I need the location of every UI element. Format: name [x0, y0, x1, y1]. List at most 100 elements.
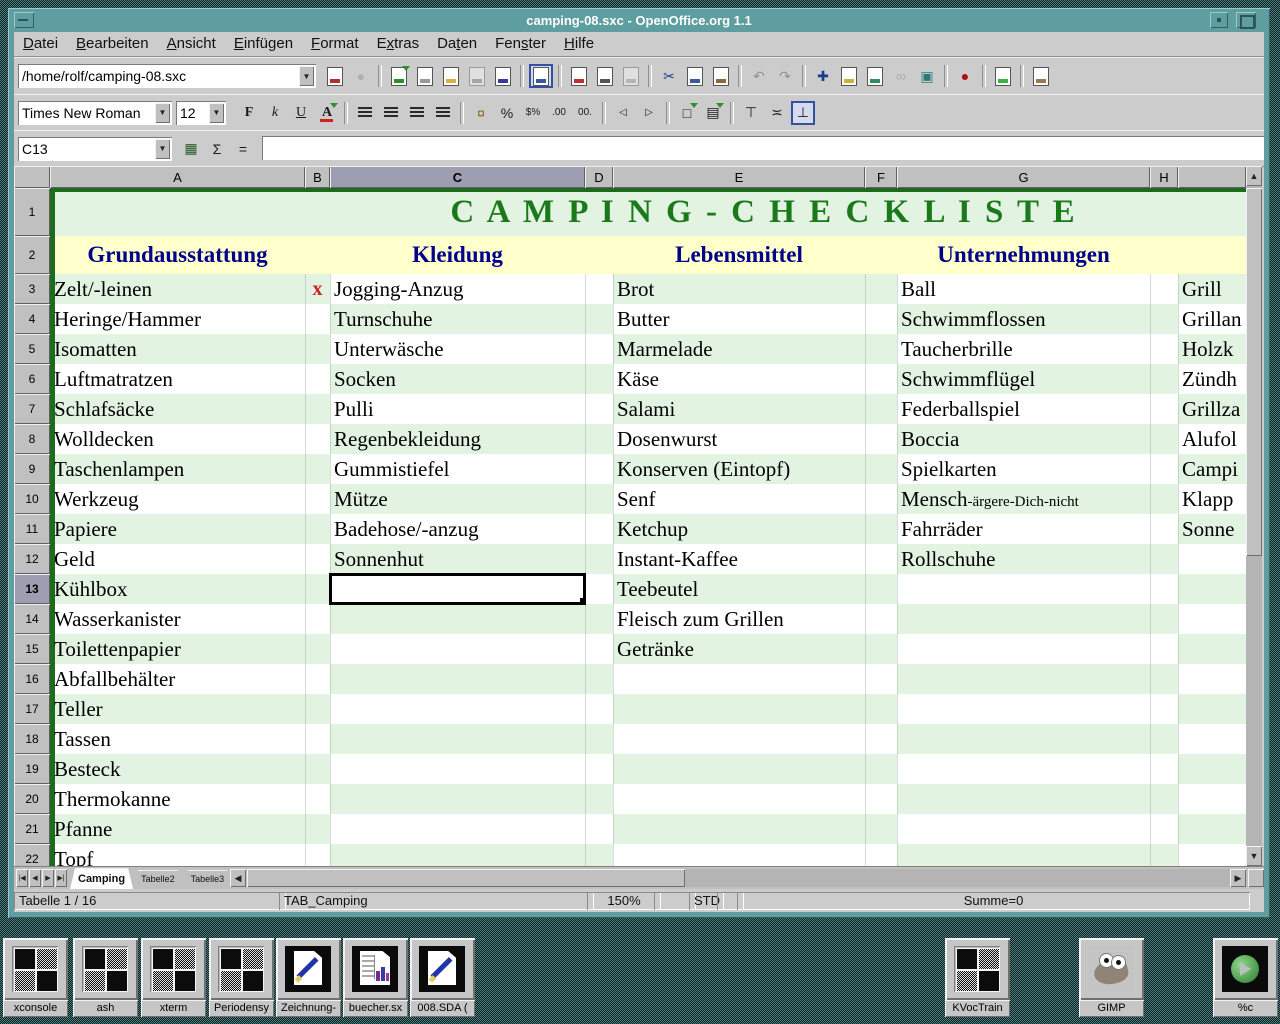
- zoom-indicator[interactable]: 150%: [587, 892, 661, 910]
- export-pdf-icon[interactable]: [567, 64, 591, 88]
- load-url-icon[interactable]: [323, 64, 347, 88]
- cell[interactable]: [330, 724, 613, 755]
- cell[interactable]: [897, 634, 1178, 665]
- increase-indent-icon[interactable]: ▷: [637, 101, 661, 125]
- title-bar[interactable]: camping-08.sxc - OpenOffice.org 1.1: [10, 10, 1268, 31]
- bold-icon[interactable]: F: [237, 101, 261, 125]
- first-sheet-button[interactable]: |◀: [16, 869, 28, 887]
- cell[interactable]: [897, 754, 1178, 785]
- cell[interactable]: [330, 814, 613, 845]
- desktop-icon-zeichnung-[interactable]: [276, 938, 341, 1000]
- row-header-14[interactable]: 14: [14, 604, 50, 634]
- row-header-2[interactable]: 2: [14, 236, 50, 274]
- underline-icon[interactable]: U: [289, 101, 313, 125]
- row-header-20[interactable]: 20: [14, 784, 50, 814]
- menu-item-hilfe[interactable]: Hilfe: [555, 32, 603, 56]
- print-icon[interactable]: [593, 64, 617, 88]
- cell-reference-box[interactable]: ▼: [18, 137, 172, 161]
- paste-icon[interactable]: [709, 64, 733, 88]
- cell[interactable]: [1178, 544, 1246, 575]
- stylist-icon[interactable]: [837, 64, 861, 88]
- number-format-currency-icon[interactable]: ¤: [469, 101, 493, 125]
- cell[interactable]: [330, 664, 613, 695]
- cell[interactable]: [897, 784, 1178, 815]
- cell-cursor-handle[interactable]: [580, 598, 586, 604]
- desktop-icon-xterm[interactable]: [141, 938, 206, 1000]
- sum-icon[interactable]: Σ: [205, 137, 229, 161]
- cell[interactable]: [330, 784, 613, 815]
- record-changes-icon[interactable]: ●: [953, 64, 977, 88]
- window-menu-button[interactable]: [14, 12, 34, 28]
- column-header-G[interactable]: G: [897, 166, 1150, 188]
- decrease-indent-icon[interactable]: ◁: [611, 101, 635, 125]
- number-format-percent-icon[interactable]: %: [495, 101, 519, 125]
- menu-item-extras[interactable]: Extras: [368, 32, 429, 56]
- row-header-18[interactable]: 18: [14, 724, 50, 754]
- menu-item-format[interactable]: Format: [302, 32, 368, 56]
- font-name-dropdown-arrow-icon[interactable]: ▼: [155, 103, 170, 123]
- column-header-A[interactable]: A: [50, 166, 305, 188]
- cell[interactable]: [330, 754, 613, 785]
- column-header-E[interactable]: E: [613, 166, 865, 188]
- h-scroll-right-button[interactable]: ▶: [1230, 869, 1246, 887]
- sheet-tab-tabelle2[interactable]: Tabelle2: [133, 870, 183, 888]
- cell[interactable]: [1178, 784, 1246, 815]
- navigator-icon[interactable]: ✚: [811, 64, 835, 88]
- delete-decimal-icon[interactable]: 00.: [573, 101, 597, 125]
- align-right-icon[interactable]: [405, 101, 429, 125]
- align-justify-icon[interactable]: [431, 101, 455, 125]
- column-header-C[interactable]: C: [330, 166, 585, 188]
- copy-icon[interactable]: [683, 64, 707, 88]
- row-header-11[interactable]: 11: [14, 514, 50, 544]
- next-sheet-button[interactable]: ▶: [42, 869, 54, 887]
- row-header-9[interactable]: 9: [14, 454, 50, 484]
- cell[interactable]: [613, 724, 897, 755]
- desktop-icon-buecher-sx[interactable]: [343, 938, 408, 1000]
- font-name-combobox[interactable]: ▼: [18, 101, 172, 125]
- align-top-icon[interactable]: ⊤: [739, 101, 763, 125]
- menu-item-ansicht[interactable]: Ansicht: [158, 32, 225, 56]
- italic-icon[interactable]: k: [263, 101, 287, 125]
- cell[interactable]: [897, 814, 1178, 845]
- hyperlink-icon[interactable]: [863, 64, 887, 88]
- vertical-scrollbar[interactable]: ▲▼: [1246, 166, 1262, 866]
- column-header-B[interactable]: B: [305, 166, 330, 188]
- row-header-22[interactable]: 22: [14, 844, 50, 866]
- save-document-icon[interactable]: [465, 64, 489, 88]
- column-header-H[interactable]: H: [1150, 166, 1178, 188]
- horizontal-scroll-thumb[interactable]: [247, 869, 685, 887]
- row-header-15[interactable]: 15: [14, 634, 50, 664]
- desktop-icon--c[interactable]: [1213, 938, 1278, 1000]
- align-center-icon[interactable]: [379, 101, 403, 125]
- sheet-tab-tabelle3[interactable]: Tabelle3: [183, 870, 228, 888]
- cell[interactable]: [613, 844, 897, 866]
- cell-reference-input[interactable]: [20, 139, 154, 159]
- cell[interactable]: [330, 604, 613, 635]
- cut-icon[interactable]: ✂: [657, 64, 681, 88]
- gallery-icon[interactable]: [991, 64, 1015, 88]
- h-scroll-left-button[interactable]: ◀: [230, 869, 246, 887]
- desktop-icon-kvoctrain[interactable]: [945, 938, 1010, 1000]
- grid-corner-box[interactable]: [14, 166, 50, 188]
- font-size-input[interactable]: [178, 103, 208, 123]
- row-header-12[interactable]: 12: [14, 544, 50, 574]
- cell[interactable]: [613, 784, 897, 815]
- url-dropdown-arrow-icon[interactable]: ▼: [299, 66, 314, 86]
- vertical-scroll-thumb[interactable]: [1246, 188, 1262, 556]
- align-bottom-icon[interactable]: ⊥: [791, 101, 815, 125]
- desktop-icon-gimp[interactable]: [1079, 938, 1144, 1000]
- sheet-indicator[interactable]: Tabelle 1 / 16: [14, 892, 286, 910]
- number-format-standard-icon[interactable]: $%: [521, 101, 545, 125]
- scroll-down-button[interactable]: ▼: [1246, 846, 1262, 866]
- function-icon[interactable]: =: [231, 137, 255, 161]
- url-combobox[interactable]: ▼: [18, 64, 316, 88]
- menu-item-datei[interactable]: Datei: [14, 32, 67, 56]
- column-header-I[interactable]: [1178, 166, 1246, 188]
- row-header-21[interactable]: 21: [14, 814, 50, 844]
- menu-item-fenster[interactable]: Fenster: [486, 32, 555, 56]
- new-document-icon[interactable]: [387, 64, 411, 88]
- cell[interactable]: [897, 724, 1178, 755]
- cell[interactable]: [613, 664, 897, 695]
- cell[interactable]: [1178, 604, 1246, 635]
- blank-document-icon[interactable]: [413, 64, 437, 88]
